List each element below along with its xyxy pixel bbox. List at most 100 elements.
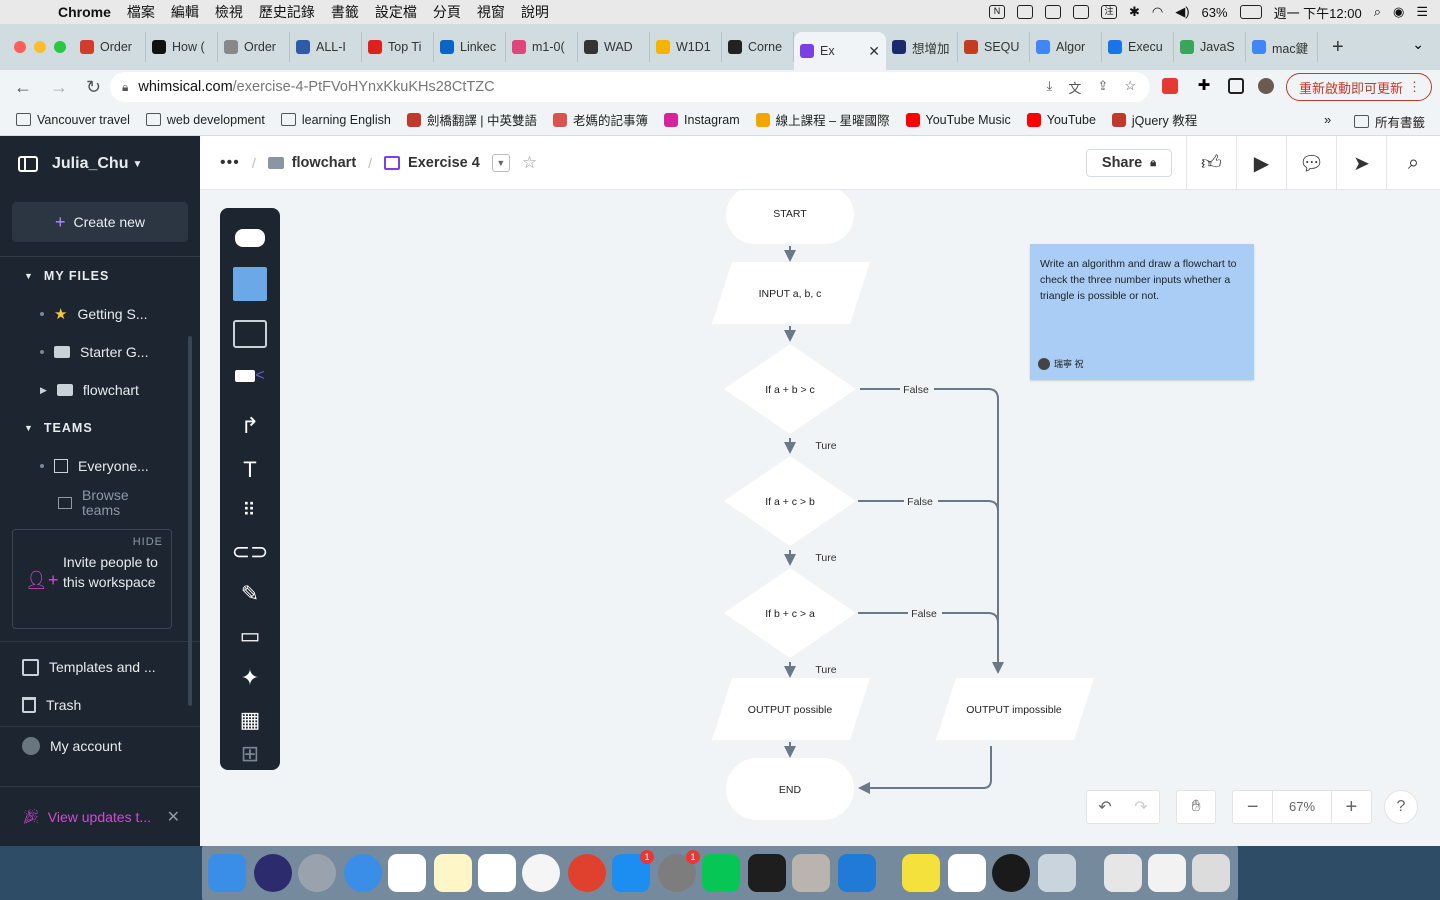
forward-button[interactable]: → — [50, 77, 72, 98]
bookmark-star-icon[interactable]: ☆ — [1124, 78, 1136, 97]
chat-shapes-icon[interactable] — [232, 220, 268, 256]
calendar-icon[interactable] — [388, 854, 426, 892]
line-app-icon[interactable] — [702, 854, 740, 892]
browser-tab[interactable]: Order — [74, 32, 146, 62]
zoom-level[interactable]: 67% — [1272, 790, 1332, 824]
menubar-clock[interactable]: 週一 下午12:00 — [1274, 3, 1362, 22]
whiteboard-canvas[interactable]: START INPUT a, b, c If a + b > c If a + … — [200, 190, 1440, 846]
layout-icon[interactable]: ▦ — [232, 702, 268, 738]
terminal-icon[interactable] — [748, 854, 786, 892]
false-connector[interactable] — [860, 388, 1004, 674]
reload-button[interactable]: ↻ — [86, 77, 108, 98]
menu-item-file[interactable]: 檔案 — [127, 2, 155, 22]
menu-item-profiles[interactable]: 設定檔 — [375, 2, 417, 22]
line-status-icon[interactable] — [1044, 5, 1061, 19]
share-button[interactable]: Share 🔒︎ — [1086, 149, 1172, 177]
address-bar[interactable]: 🔒︎ whimsical.com/exercise-4-PtFVoHYnxKku… — [110, 72, 1150, 102]
finder-icon[interactable] — [208, 854, 246, 892]
reminders-icon[interactable] — [478, 854, 516, 892]
launchpad-icon[interactable] — [298, 854, 336, 892]
mindmap-icon[interactable]: < — [232, 358, 268, 394]
create-new-button[interactable]: + Create new — [12, 202, 188, 242]
calculator-icon[interactable] — [792, 854, 830, 892]
extension-recorder-icon[interactable] — [1162, 78, 1178, 94]
menu-item-edit[interactable]: 編輯 — [171, 2, 199, 22]
browser-tab[interactable]: mac鍵 — [1246, 32, 1318, 62]
help-button[interactable]: ? — [1384, 790, 1418, 824]
breadcrumb-folder[interactable]: flowchart — [292, 155, 356, 171]
vscode-icon[interactable] — [838, 854, 876, 892]
sticky-note-icon[interactable] — [232, 266, 268, 302]
menu-item-window[interactable]: 視窗 — [477, 2, 505, 22]
browser-tab[interactable]: W1D1 — [650, 32, 722, 62]
input-method-icon[interactable]: 注 — [1100, 5, 1117, 19]
caret-right-icon[interactable]: ▶ — [40, 385, 47, 396]
siri-app-icon[interactable] — [254, 854, 292, 892]
bookmark-item[interactable]: Instagram — [664, 110, 740, 129]
bookmark-item[interactable]: YouTube — [1026, 110, 1096, 129]
browser-tab[interactable]: How ( — [146, 32, 218, 62]
link-icon[interactable]: ⊂⊃ — [232, 534, 269, 570]
sidebar-scrollbar[interactable] — [188, 336, 192, 706]
extensions-puzzle-icon[interactable]: ✚ — [1196, 78, 1212, 94]
browser-tab[interactable]: Algor — [1030, 32, 1102, 62]
more-options-icon[interactable]: ••• — [220, 154, 240, 172]
browser-tab[interactable]: Linkec — [434, 32, 506, 62]
airplay-icon[interactable] — [1072, 5, 1089, 19]
search-icon[interactable]: ⌕ — [1386, 136, 1440, 190]
ai-sparkle-icon[interactable]: ✦ — [232, 660, 268, 696]
bookmark-item[interactable]: 線上課程 – 星曜國際 — [755, 110, 890, 129]
bookmark-item[interactable]: learning English — [280, 110, 391, 129]
connector-arrow-icon[interactable]: ↱ — [232, 408, 268, 444]
photos-icon[interactable] — [522, 854, 560, 892]
volume-icon[interactable]: ◀) — [1175, 4, 1189, 20]
restart-to-update-button[interactable]: 重新啟動即可更新 ⋮ — [1286, 73, 1432, 101]
section-my-files[interactable]: ▼ MY FILES — [0, 257, 200, 295]
grid-icon[interactable]: ⠿ — [232, 492, 268, 528]
menu-app-name[interactable]: Chrome — [58, 4, 111, 20]
zoom-in-button[interactable]: + — [1332, 796, 1371, 819]
quicktime-icon[interactable] — [992, 854, 1030, 892]
toggle-sidebar-icon[interactable] — [18, 156, 38, 172]
menu-item-bookmarks[interactable]: 書籤 — [331, 2, 359, 22]
section-teams[interactable]: ▼ TEAMS — [0, 409, 200, 447]
view-updates-banner[interactable]: 🎉︎ View updates t... ✕ — [0, 786, 200, 846]
system-preferences-icon[interactable]: 1 — [658, 850, 700, 892]
menu-item-history[interactable]: 歷史記錄 — [259, 2, 315, 22]
siri-icon[interactable]: ◉ — [1393, 4, 1404, 20]
document-menu-chevron-icon[interactable]: ▼ — [491, 153, 510, 172]
hand-tool-icon[interactable]: ✋︎ — [1176, 790, 1216, 824]
browser-tab[interactable]: ALL-I — [290, 32, 362, 62]
profile-avatar[interactable] — [1258, 78, 1274, 94]
more-tools-icon[interactable]: ⊞ — [232, 744, 268, 764]
file-item-getting-started[interactable]: ★ Getting S... — [0, 295, 200, 333]
wireframe-icon[interactable] — [232, 316, 268, 352]
text-tool-icon[interactable]: T — [232, 452, 268, 488]
notion-status-icon[interactable]: N — [988, 5, 1005, 19]
like-icon[interactable]: 👍︎ — [1186, 136, 1236, 190]
file-item-flowchart[interactable]: ▶ flowchart — [0, 371, 200, 409]
menu-item-tabs[interactable]: 分頁 — [433, 2, 461, 22]
documents-stack-icon[interactable] — [1148, 854, 1186, 892]
all-bookmarks-folder[interactable]: 所有書籤 — [1354, 112, 1425, 131]
invite-people-card[interactable]: HIDE 👤︎+ Invite people to this workspace — [12, 529, 172, 629]
pencil-icon[interactable]: ✎ — [232, 576, 268, 612]
side-panel-icon[interactable] — [1228, 78, 1244, 94]
my-account-button[interactable]: My account — [0, 727, 200, 765]
trash-button[interactable]: Trash — [0, 686, 200, 724]
bookmark-item[interactable]: 老媽的記事簿 — [553, 110, 648, 129]
browser-tab[interactable]: Ex ✕ — [794, 32, 886, 70]
lock-icon[interactable]: 🔒︎ — [122, 80, 128, 95]
notes-icon[interactable] — [434, 854, 472, 892]
translate-icon[interactable]: 文 — [1068, 78, 1081, 97]
file-item-starter-guide[interactable]: Starter G... — [0, 333, 200, 371]
install-app-icon[interactable]: ⤓ — [1047, 78, 1053, 97]
minimize-window-button[interactable] — [34, 41, 46, 53]
frame-icon[interactable]: ▭ — [232, 618, 268, 654]
close-tab-icon[interactable]: ✕ — [868, 43, 880, 60]
team-item-everyone[interactable]: Everyone... — [0, 447, 200, 485]
wifi-icon[interactable]: ◠ — [1152, 4, 1163, 20]
bookmark-item[interactable]: YouTube Music — [905, 110, 1011, 129]
browser-tab[interactable]: Top Ti — [362, 32, 434, 62]
workspace-switcher[interactable]: Julia_Chu ▼ — [0, 136, 200, 192]
